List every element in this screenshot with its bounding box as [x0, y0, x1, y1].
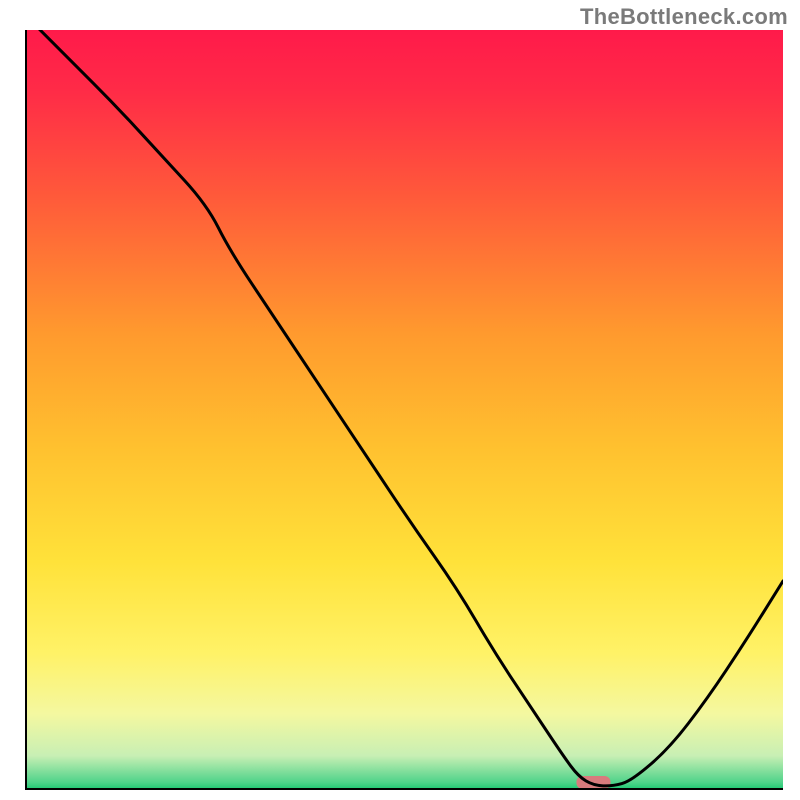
chart-background — [25, 30, 783, 790]
bottleneck-chart — [25, 30, 783, 790]
watermark: TheBottleneck.com — [580, 4, 788, 30]
